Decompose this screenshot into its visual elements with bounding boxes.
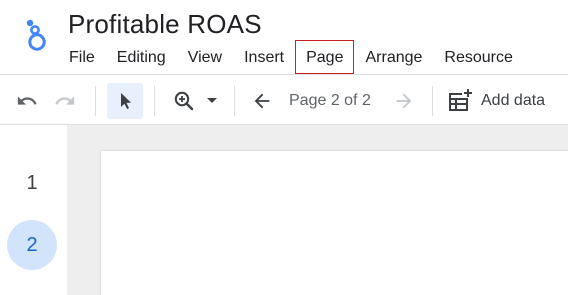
toolbar-divider: [154, 86, 155, 116]
arrow-right-icon: [393, 90, 415, 112]
zoom-button[interactable]: [168, 80, 222, 122]
menu-resource[interactable]: Resource: [433, 40, 523, 74]
next-page-button[interactable]: [390, 80, 418, 122]
menu-bar: File Editing View Insert Page Arrange Re…: [58, 40, 524, 74]
add-data-icon: [446, 88, 474, 114]
add-data-label[interactable]: Add data: [481, 80, 545, 122]
menu-arrange[interactable]: Arrange: [354, 40, 433, 74]
menu-divider: [0, 74, 568, 75]
prev-page-button[interactable]: [248, 80, 276, 122]
menu-editing[interactable]: Editing: [106, 40, 177, 74]
pointer-icon: [116, 91, 134, 111]
redo-button[interactable]: [50, 80, 80, 122]
zoom-icon: [173, 90, 199, 112]
toolbar-divider: [234, 86, 235, 116]
page-indicator: Page 2 of 2: [289, 92, 371, 109]
arrow-left-icon: [251, 90, 273, 112]
page-thumb-2[interactable]: 2: [7, 220, 57, 270]
menu-file[interactable]: File: [58, 40, 106, 74]
undo-button[interactable]: [12, 80, 42, 122]
menu-page[interactable]: Page: [295, 40, 355, 74]
toolbar: Page 2 of 2 Add data: [0, 80, 568, 122]
toolbar-divider: [95, 86, 96, 116]
looker-studio-logo-icon[interactable]: [24, 18, 50, 52]
pages-panel: 1 2: [0, 125, 67, 295]
chevron-down-icon: [207, 98, 217, 104]
menu-insert[interactable]: Insert: [233, 40, 295, 74]
menu-view[interactable]: View: [177, 40, 233, 74]
undo-icon: [16, 90, 38, 112]
select-tool-button[interactable]: [107, 83, 143, 119]
report-page-canvas[interactable]: [101, 151, 568, 295]
canvas-area: [67, 125, 568, 295]
add-data-button[interactable]: [444, 80, 476, 122]
report-title[interactable]: Profitable ROAS: [68, 8, 262, 40]
redo-icon: [54, 90, 76, 112]
toolbar-divider: [432, 86, 433, 116]
page-thumb-1[interactable]: 1: [7, 158, 57, 208]
